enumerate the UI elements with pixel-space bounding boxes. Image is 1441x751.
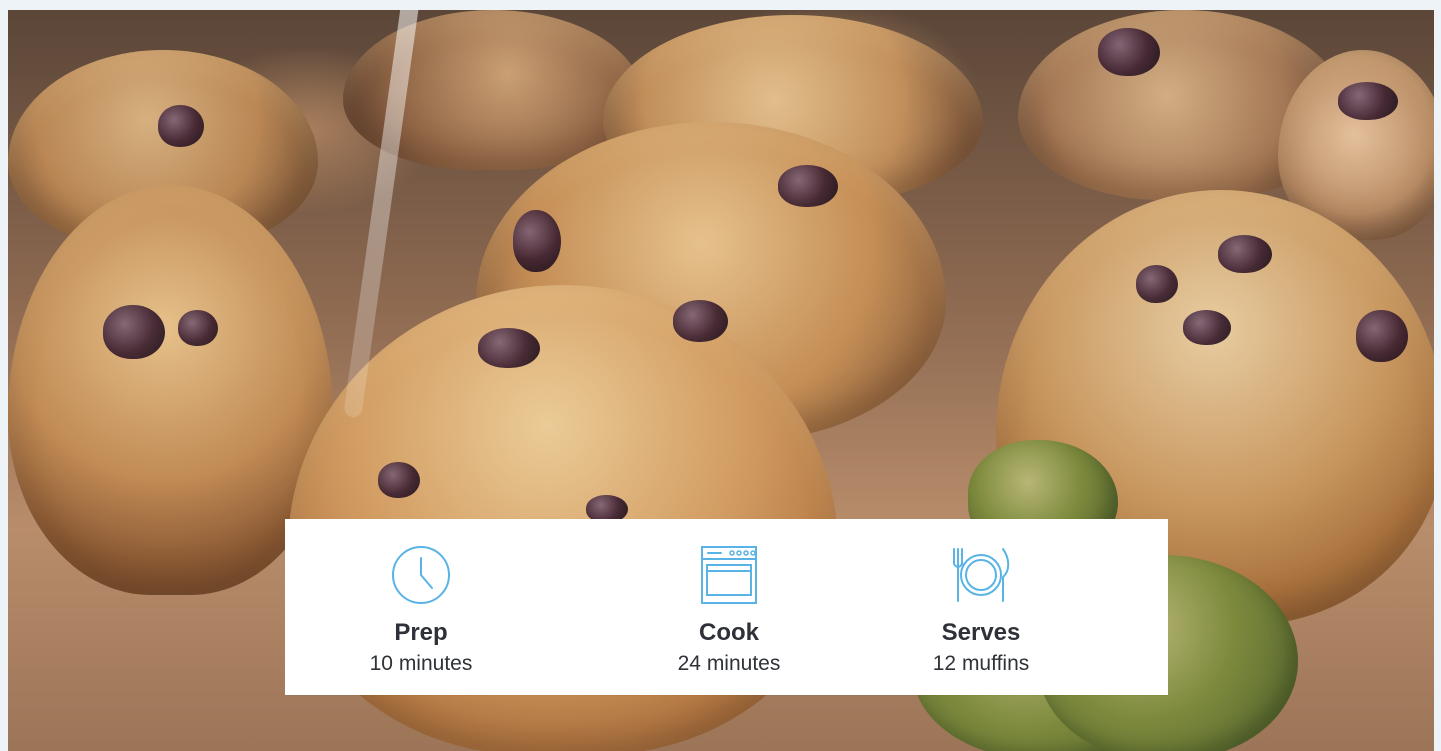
cook-label: Cook — [699, 619, 759, 646]
clock-icon — [392, 546, 450, 604]
dining-plate-icon — [953, 548, 1010, 602]
cook-value: 24 minutes — [677, 652, 781, 675]
blueberry — [478, 328, 540, 368]
blueberry — [673, 300, 728, 342]
blueberry — [1136, 265, 1178, 303]
blueberry — [778, 165, 838, 207]
blueberry — [513, 210, 561, 272]
recipe-info-card: Prep 10 minutes Cook 24 minutes Serves 1… — [285, 519, 1168, 695]
blueberry — [103, 305, 165, 359]
serves-value: 12 muffins — [932, 652, 1030, 675]
blueberry — [1218, 235, 1272, 273]
prep-value: 10 minutes — [369, 652, 473, 675]
blueberry — [1183, 310, 1231, 345]
oven-icon — [701, 546, 757, 604]
blueberry — [378, 462, 420, 498]
serves-stat: Serves 12 muffins — [871, 543, 1091, 677]
prep-label: Prep — [394, 619, 448, 646]
blueberry — [158, 105, 204, 147]
serves-label: Serves — [941, 619, 1021, 646]
page-frame: Prep 10 minutes Cook 24 minutes Serves 1… — [0, 0, 1441, 751]
blueberry — [1356, 310, 1408, 362]
prep-stat: Prep 10 minutes — [311, 543, 531, 677]
blueberry — [1338, 82, 1398, 120]
cook-stat: Cook 24 minutes — [619, 543, 839, 677]
blueberry — [178, 310, 218, 346]
blueberry — [1098, 28, 1160, 76]
